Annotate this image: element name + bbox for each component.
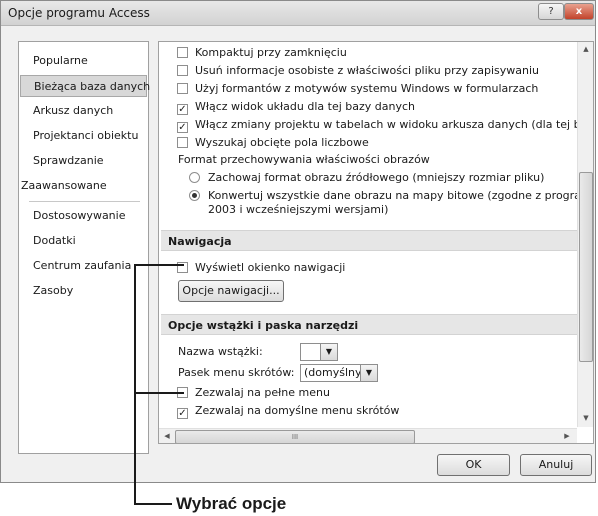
checkbox-checked[interactable]: ✓ [177, 104, 188, 115]
nav-item-zaawansowane[interactable]: Zaawansowane [20, 175, 147, 197]
help-button[interactable]: ? [538, 3, 564, 20]
checkbox[interactable] [177, 137, 188, 148]
category-nav: Popularne Bieżąca baza danych Arkusz dan… [18, 41, 150, 454]
option-label: Użyj formantów z motywów systemu Windows… [195, 82, 539, 95]
option-allow-full-menus[interactable]: Zezwalaj na pełne menu [177, 385, 330, 401]
vertical-scroll-thumb[interactable] [579, 172, 593, 362]
scroll-right-icon[interactable]: ▶ [559, 432, 575, 440]
section-header-navigation: Nawigacja [161, 230, 577, 251]
checkbox[interactable] [177, 47, 188, 58]
option-remove-personal-info[interactable]: Usuń informacje osobiste z właściwości p… [177, 63, 539, 79]
radio-label: Konwertuj wszystkie dane obrazu na mapy … [208, 189, 594, 202]
nav-item-sprawdzanie[interactable]: Sprawdzanie [20, 150, 147, 172]
nav-item-dostosowywanie[interactable]: Dostosowywanie [20, 205, 147, 227]
chevron-down-icon[interactable]: ▼ [360, 365, 377, 381]
checkbox[interactable] [177, 83, 188, 94]
radio-button-selected[interactable] [189, 190, 200, 201]
option-label: Włącz widok układu dla tej bazy danych [195, 100, 415, 113]
option-allow-default-shortcut-menus[interactable]: ✓ Zezwalaj na domyślne menu skrótów [177, 403, 399, 419]
radio-keep-source-format[interactable]: Zachowaj format obrazu źródłowego (mniej… [189, 170, 544, 186]
nav-item-projektanci[interactable]: Projektanci obiektu [20, 125, 147, 147]
option-label: Kompaktuj przy zamknięciu [195, 46, 347, 59]
option-compact-on-close[interactable]: Kompaktuj przy zamknięciu [177, 45, 347, 61]
option-enable-layout-view[interactable]: ✓ Włącz widok układu dla tej bazy danych [177, 99, 415, 115]
nav-options-button[interactable]: Opcje nawigacji... [178, 280, 284, 302]
shortcut-menu-label: Pasek menu skrótów: [178, 366, 295, 379]
scroll-down-icon[interactable]: ▼ [578, 414, 593, 422]
ribbon-name-label: Nazwa wstążki: [178, 345, 263, 358]
options-content-pane: Kompaktuj przy zamknięciu Usuń informacj… [158, 41, 594, 444]
nav-item-zasoby[interactable]: Zasoby [20, 280, 147, 302]
option-label: Zezwalaj na pełne menu [195, 386, 330, 399]
nav-item-centrum-zaufania[interactable]: Centrum zaufania [20, 255, 147, 277]
nav-item-popularne[interactable]: Popularne [20, 50, 147, 72]
nav-item-arkusz-danych[interactable]: Arkusz danych [20, 100, 147, 122]
option-label: Wyszukaj obcięte pola liczbowe [195, 136, 369, 149]
chevron-down-icon[interactable]: ▼ [320, 344, 337, 360]
horizontal-scrollbar[interactable]: ◀ III ▶ [159, 428, 577, 443]
option-label: Usuń informacje osobiste z właściwości p… [195, 64, 539, 77]
nav-divider [29, 201, 140, 202]
option-check-truncated-fields[interactable]: Wyszukaj obcięte pola liczbowe [177, 135, 369, 151]
callout-line-nav-pane [134, 264, 184, 266]
checkbox-checked[interactable]: ✓ [177, 122, 188, 133]
window-title: Opcje programu Access [8, 6, 150, 20]
callout-line-label [134, 503, 172, 505]
option-enable-design-changes[interactable]: ✓ Włącz zmiany projektu w tabelach w wido… [177, 117, 594, 133]
ok-button[interactable]: OK [437, 454, 510, 476]
nav-item-biezaca-baza[interactable]: Bieżąca baza danych [20, 75, 150, 97]
radio-label-continued: 2003 i wcześniejszymi wersjami) [208, 203, 389, 216]
option-label: Wyświetl okienko nawigacji [195, 261, 346, 274]
callout-line-full-menus [134, 392, 184, 394]
title-bar: Opcje programu Access ? x [1, 1, 595, 26]
callout-label: Wybrać opcje [176, 494, 287, 513]
picture-format-label: Format przechowywania właściwości obrazó… [178, 153, 430, 166]
close-button[interactable]: x [564, 3, 594, 20]
nav-item-dodatki[interactable]: Dodatki [20, 230, 147, 252]
combo-value: (domyślny) [304, 366, 366, 379]
scroll-left-icon[interactable]: ◀ [159, 432, 175, 440]
scroll-up-icon[interactable]: ▲ [578, 45, 593, 53]
checkbox-checked[interactable]: ✓ [177, 408, 188, 419]
option-label: Zezwalaj na domyślne menu skrótów [195, 404, 400, 417]
section-header-ribbon: Opcje wstążki i paska narzędzi [161, 314, 577, 335]
ribbon-name-combo[interactable]: ▼ [300, 343, 338, 361]
radio-label: Zachowaj format obrazu źródłowego (mniej… [208, 171, 545, 184]
access-options-dialog: Opcje programu Access ? x Popularne Bież… [0, 0, 596, 483]
cancel-button[interactable]: Anuluj [520, 454, 592, 476]
callout-bracket-line [134, 264, 136, 504]
radio-button[interactable] [189, 172, 200, 183]
shortcut-menu-combo[interactable]: (domyślny) ▼ [300, 364, 378, 382]
option-label: Włącz zmiany projektu w tabelach w widok… [195, 118, 594, 131]
vertical-scrollbar[interactable]: ▲ ▼ [577, 42, 593, 427]
checkbox[interactable] [177, 65, 188, 76]
horizontal-scroll-thumb[interactable]: III [175, 430, 415, 443]
option-use-windows-themed-controls[interactable]: Użyj formantów z motywów systemu Windows… [177, 81, 538, 97]
option-show-nav-pane[interactable]: Wyświetl okienko nawigacji [177, 260, 345, 276]
